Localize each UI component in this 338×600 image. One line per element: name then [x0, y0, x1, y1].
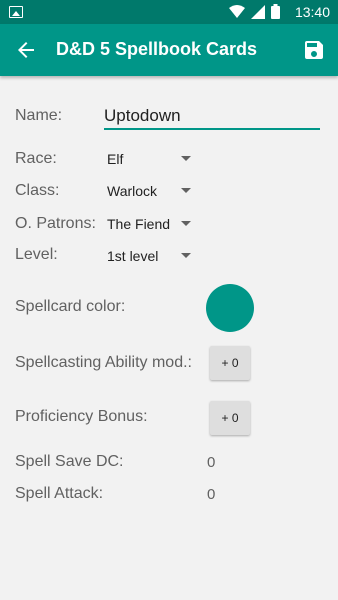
dropdown-arrow-icon	[181, 253, 191, 258]
name-input[interactable]	[104, 104, 320, 130]
image-notification-icon	[9, 6, 23, 18]
class-value: Warlock	[107, 183, 158, 199]
proficiency-button[interactable]: + 0	[210, 401, 250, 435]
app-title: D&D 5 Spellbook Cards	[56, 39, 258, 59]
dropdown-arrow-icon	[181, 188, 191, 193]
patrons-spinner[interactable]: The Fiend	[107, 212, 195, 236]
patrons-value: The Fiend	[107, 216, 171, 232]
race-value: Elf	[107, 151, 124, 167]
wifi-icon	[229, 4, 245, 18]
name-label: Name:	[15, 107, 63, 124]
dropdown-arrow-icon	[181, 156, 191, 161]
level-spinner[interactable]: 1st level	[107, 244, 195, 268]
spell-save-dc-value: 0	[207, 454, 216, 471]
level-label: Level:	[15, 246, 58, 263]
patrons-label: O. Patrons:	[15, 215, 96, 232]
class-spinner[interactable]: Warlock	[107, 179, 195, 203]
status-time: 13:40	[294, 4, 330, 20]
spell-attack-value: 0	[207, 486, 216, 503]
status-icons	[229, 4, 280, 19]
dropdown-arrow-icon	[181, 221, 191, 226]
spell-attack-label: Spell Attack:	[15, 485, 104, 502]
proficiency-label: Proficiency Bonus:	[15, 408, 148, 425]
battery-icon	[271, 4, 280, 19]
spellcard-color-label: Spellcard color:	[15, 298, 126, 315]
spellcard-color-picker[interactable]	[206, 284, 254, 332]
ability-mod-label: Spellcasting Ability mod.:	[15, 354, 192, 371]
race-spinner[interactable]: Elf	[107, 147, 195, 171]
status-bar: 13:40	[0, 0, 338, 24]
app-bar: D&D 5 Spellbook Cards	[0, 24, 338, 76]
class-label: Class:	[15, 182, 60, 199]
race-label: Race:	[15, 150, 57, 167]
back-arrow-icon[interactable]	[14, 38, 38, 62]
level-value: 1st level	[107, 248, 159, 264]
ability-mod-button[interactable]: + 0	[210, 346, 250, 380]
save-icon[interactable]	[302, 38, 326, 62]
spell-save-dc-label: Spell Save DC:	[15, 453, 124, 470]
signal-icon	[251, 4, 265, 19]
